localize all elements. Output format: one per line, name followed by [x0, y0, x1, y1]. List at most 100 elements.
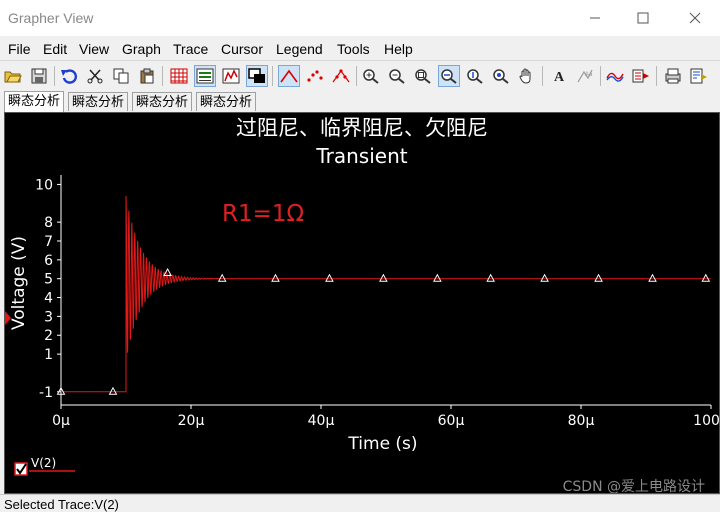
- cut-icon: [87, 69, 103, 84]
- line-scatter-icon: [332, 69, 350, 83]
- watermark: CSDN @爱上电路设计: [563, 479, 705, 494]
- y-tick-label: 7: [44, 234, 53, 250]
- trace-group: [61, 195, 711, 393]
- text-label-icon: A: [554, 70, 565, 84]
- close-icon: [689, 12, 701, 24]
- cursor-button[interactable]: [604, 65, 626, 87]
- toolbar-separator: [54, 66, 55, 86]
- trace-marker: [379, 273, 388, 282]
- y-tick-label: 5: [44, 272, 53, 288]
- print-button[interactable]: [662, 65, 684, 87]
- zoom-area-button[interactable]: [490, 65, 512, 87]
- zoom-fit-icon: [415, 69, 431, 84]
- zoom-x-icon: [441, 69, 457, 84]
- maximize-icon: [637, 12, 649, 24]
- trace-v2-line[interactable]: [61, 195, 711, 393]
- minimize-icon: [590, 17, 600, 19]
- zoom-out-icon: [389, 69, 405, 84]
- x-tick-label: 60μ: [438, 413, 465, 429]
- x-axis-label: Time (s): [347, 434, 417, 454]
- cut-button[interactable]: [84, 65, 106, 87]
- tab-transient-1[interactable]: 瞬态分析: [4, 91, 65, 112]
- zoom-x-button[interactable]: [438, 65, 460, 87]
- pan-button[interactable]: [516, 65, 538, 87]
- save-button[interactable]: [28, 65, 50, 87]
- undo-button[interactable]: [58, 65, 80, 87]
- trace-marker: [486, 273, 495, 282]
- transient-chart[interactable]: 过阻尼、临界阻尼、欠阻尼 Transient R1=1Ω Time (s) Vo…: [5, 113, 720, 494]
- copy-icon: [113, 68, 129, 84]
- svg-text:A: A: [554, 70, 565, 84]
- zoom-y-button[interactable]: [464, 65, 486, 87]
- toolbar-separator: [542, 66, 543, 86]
- annotate-icon: Aa: [577, 69, 593, 83]
- zoom-in-button[interactable]: [360, 65, 382, 87]
- x-tick-label: 40μ: [308, 413, 335, 429]
- menu-cursor[interactable]: Cursor: [221, 41, 263, 57]
- menu-view[interactable]: View: [79, 41, 109, 57]
- paste-button[interactable]: [136, 65, 158, 87]
- tab-strip: 瞬态分析 瞬态分析 瞬态分析 瞬态分析: [0, 90, 720, 112]
- close-button[interactable]: [672, 0, 718, 36]
- print-icon: [665, 68, 681, 84]
- menu-graph[interactable]: Graph: [122, 41, 161, 57]
- export-button[interactable]: [630, 65, 652, 87]
- line-scatter-button[interactable]: [330, 65, 352, 87]
- menu-legend[interactable]: Legend: [276, 41, 323, 57]
- menu-bar: File Edit View Graph Trace Cursor Legend…: [0, 36, 720, 60]
- zoom-in-icon: [363, 69, 379, 84]
- menu-file[interactable]: File: [8, 41, 31, 57]
- zoom-fit-button[interactable]: [412, 65, 434, 87]
- menu-tools[interactable]: Tools: [337, 41, 370, 57]
- tab-transient-3[interactable]: 瞬态分析: [132, 92, 193, 111]
- y-tick-label: -1: [39, 385, 53, 401]
- toolbar-separator: [656, 66, 657, 86]
- line-trace-button[interactable]: [278, 65, 300, 87]
- copy-button[interactable]: [110, 65, 132, 87]
- trace-marker: [325, 273, 334, 282]
- open-icon: [4, 71, 22, 83]
- text-label-button[interactable]: A: [548, 65, 570, 87]
- grid-icon: [170, 68, 188, 84]
- graph-panel[interactable]: 过阻尼、临界阻尼、欠阻尼 Transient R1=1Ω Time (s) Vo…: [4, 112, 720, 494]
- chart-title: 过阻尼、临界阻尼、欠阻尼: [236, 116, 488, 140]
- maximize-button[interactable]: [620, 0, 666, 36]
- chart-subtitle: Transient: [315, 144, 407, 168]
- stats-icon: [222, 68, 240, 84]
- export-icon: [632, 69, 649, 83]
- menu-trace[interactable]: Trace: [173, 41, 208, 57]
- toolbar-separator: [356, 66, 357, 86]
- tab-transient-2[interactable]: 瞬态分析: [68, 92, 129, 111]
- y-axis-label: Voltage (V): [9, 236, 29, 330]
- zoom-area-icon: [493, 69, 509, 84]
- y-tick-label: 2: [44, 328, 53, 344]
- annotate-button[interactable]: Aa: [574, 65, 596, 87]
- overlay-button[interactable]: [246, 65, 268, 87]
- markers-group: [56, 267, 711, 395]
- y-tick-label: 4: [44, 291, 53, 307]
- cursor-icon: [606, 72, 624, 82]
- scatter-trace-icon: [307, 70, 323, 82]
- print-preview-button[interactable]: [688, 65, 710, 87]
- zoom-out-button[interactable]: [386, 65, 408, 87]
- grid-button[interactable]: [168, 65, 190, 87]
- scatter-trace-button[interactable]: [304, 65, 326, 87]
- trace-marker: [217, 273, 227, 282]
- print-preview-icon: [690, 68, 707, 84]
- toolbar-separator: [600, 66, 601, 86]
- minimize-button[interactable]: [572, 0, 618, 36]
- title-bar: Grapher View: [0, 0, 720, 36]
- legend-button[interactable]: [194, 65, 216, 87]
- menu-edit[interactable]: Edit: [43, 41, 67, 57]
- trace-marker: [540, 273, 549, 282]
- trace-marker: [433, 273, 442, 282]
- stats-button[interactable]: [220, 65, 242, 87]
- menu-help[interactable]: Help: [384, 41, 413, 57]
- tab-transient-4[interactable]: 瞬态分析: [196, 92, 257, 111]
- y-tick-label: 6: [44, 253, 53, 269]
- overlay-icon: [248, 68, 265, 83]
- open-button[interactable]: [2, 65, 24, 87]
- chart-annotation: R1=1Ω: [222, 201, 304, 227]
- trace-marker: [108, 386, 118, 395]
- trace-marker: [594, 273, 603, 282]
